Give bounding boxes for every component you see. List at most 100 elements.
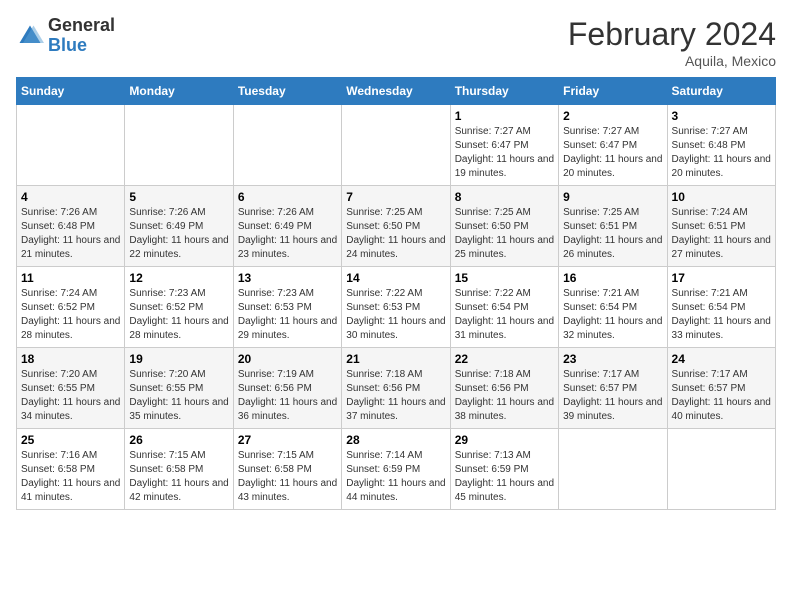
calendar-cell: 5 Sunrise: 7:26 AM Sunset: 6:49 PM Daylig…: [125, 186, 233, 267]
day-info: Sunrise: 7:24 AM Sunset: 6:52 PM Dayligh…: [21, 287, 120, 343]
day-number: 3: [672, 109, 771, 123]
calendar-cell: 11Sunrise: 7:24 AM Sunset: 6:52 PM Dayli…: [17, 267, 125, 348]
day-number: 28: [346, 433, 445, 447]
day-number: 7: [346, 190, 445, 204]
day-number: 25: [21, 433, 120, 447]
week-row-3: 11Sunrise: 7:24 AM Sunset: 6:52 PM Dayli…: [17, 267, 776, 348]
day-info: Sunrise: 7:22 AM Sunset: 6:53 PM Dayligh…: [346, 287, 445, 343]
calendar-cell: 21Sunrise: 7:18 AM Sunset: 6:56 PM Dayli…: [342, 348, 450, 429]
calendar-subtitle: Aquila, Mexico: [568, 53, 776, 69]
day-header-friday: Friday: [559, 78, 667, 105]
day-header-wednesday: Wednesday: [342, 78, 450, 105]
calendar-cell: 3 Sunrise: 7:27 AM Sunset: 6:48 PM Daylig…: [667, 105, 775, 186]
day-header-sunday: Sunday: [17, 78, 125, 105]
day-info: Sunrise: 7:21 AM Sunset: 6:54 PM Dayligh…: [672, 287, 771, 343]
day-number: 22: [455, 352, 554, 366]
calendar-cell: [125, 105, 233, 186]
logo-text: General Blue: [48, 16, 115, 56]
day-number: 2: [563, 109, 662, 123]
day-header-thursday: Thursday: [450, 78, 558, 105]
day-number: 21: [346, 352, 445, 366]
day-number: 23: [563, 352, 662, 366]
calendar-cell: 19Sunrise: 7:20 AM Sunset: 6:55 PM Dayli…: [125, 348, 233, 429]
day-info: Sunrise: 7:17 AM Sunset: 6:57 PM Dayligh…: [672, 368, 771, 424]
week-row-4: 18Sunrise: 7:20 AM Sunset: 6:55 PM Dayli…: [17, 348, 776, 429]
calendar-table: SundayMondayTuesdayWednesdayThursdayFrid…: [16, 77, 776, 510]
day-info: Sunrise: 7:15 AM Sunset: 6:58 PM Dayligh…: [238, 449, 337, 505]
day-number: 16: [563, 271, 662, 285]
week-row-5: 25 Sunrise: 7:16 AM Sunset: 6:58 PM Dayli…: [17, 429, 776, 510]
week-row-2: 4 Sunrise: 7:26 AM Sunset: 6:48 PM Daylig…: [17, 186, 776, 267]
calendar-header: SundayMondayTuesdayWednesdayThursdayFrid…: [17, 78, 776, 105]
logo-blue: Blue: [48, 35, 87, 55]
calendar-body: 1Sunrise: 7:27 AM Sunset: 6:47 PM Daylig…: [17, 105, 776, 510]
calendar-cell: 10Sunrise: 7:24 AM Sunset: 6:51 PM Dayli…: [667, 186, 775, 267]
day-info: Sunrise: 7:17 AM Sunset: 6:57 PM Dayligh…: [563, 368, 662, 424]
calendar-cell: 20 Sunrise: 7:19 AM Sunset: 6:56 PM Dayli…: [233, 348, 341, 429]
day-info: Sunrise: 7:26 AM Sunset: 6:48 PM Dayligh…: [21, 206, 120, 262]
calendar-cell: 2Sunrise: 7:27 AM Sunset: 6:47 PM Daylig…: [559, 105, 667, 186]
calendar-cell: 15 Sunrise: 7:22 AM Sunset: 6:54 PM Dayli…: [450, 267, 558, 348]
title-block: February 2024 Aquila, Mexico: [568, 16, 776, 69]
calendar-cell: [342, 105, 450, 186]
day-info: Sunrise: 7:25 AM Sunset: 6:50 PM Dayligh…: [346, 206, 445, 262]
day-number: 26: [129, 433, 228, 447]
day-info: Sunrise: 7:18 AM Sunset: 6:56 PM Dayligh…: [455, 368, 554, 424]
calendar-cell: 8Sunrise: 7:25 AM Sunset: 6:50 PM Daylig…: [450, 186, 558, 267]
day-number: 12: [129, 271, 228, 285]
week-row-1: 1Sunrise: 7:27 AM Sunset: 6:47 PM Daylig…: [17, 105, 776, 186]
day-number: 5: [129, 190, 228, 204]
day-info: Sunrise: 7:26 AM Sunset: 6:49 PM Dayligh…: [129, 206, 228, 262]
calendar-cell: [233, 105, 341, 186]
day-number: 8: [455, 190, 554, 204]
day-number: 14: [346, 271, 445, 285]
day-header-monday: Monday: [125, 78, 233, 105]
calendar-cell: [17, 105, 125, 186]
calendar-cell: 23 Sunrise: 7:17 AM Sunset: 6:57 PM Dayli…: [559, 348, 667, 429]
logo-general: General: [48, 15, 115, 35]
calendar-cell: 27 Sunrise: 7:15 AM Sunset: 6:58 PM Dayli…: [233, 429, 341, 510]
day-info: Sunrise: 7:15 AM Sunset: 6:58 PM Dayligh…: [129, 449, 228, 505]
day-number: 1: [455, 109, 554, 123]
calendar-cell: 14 Sunrise: 7:22 AM Sunset: 6:53 PM Dayli…: [342, 267, 450, 348]
day-number: 6: [238, 190, 337, 204]
day-number: 27: [238, 433, 337, 447]
day-info: Sunrise: 7:20 AM Sunset: 6:55 PM Dayligh…: [21, 368, 120, 424]
calendar-title: February 2024: [568, 16, 776, 53]
calendar-cell: 18Sunrise: 7:20 AM Sunset: 6:55 PM Dayli…: [17, 348, 125, 429]
calendar-cell: 7 Sunrise: 7:25 AM Sunset: 6:50 PM Daylig…: [342, 186, 450, 267]
calendar-cell: 26 Sunrise: 7:15 AM Sunset: 6:58 PM Dayli…: [125, 429, 233, 510]
day-number: 20: [238, 352, 337, 366]
page-header: General Blue February 2024 Aquila, Mexic…: [16, 16, 776, 69]
day-number: 4: [21, 190, 120, 204]
calendar-cell: 6 Sunrise: 7:26 AM Sunset: 6:49 PM Daylig…: [233, 186, 341, 267]
calendar-cell: [559, 429, 667, 510]
day-info: Sunrise: 7:23 AM Sunset: 6:53 PM Dayligh…: [238, 287, 337, 343]
day-number: 13: [238, 271, 337, 285]
day-info: Sunrise: 7:22 AM Sunset: 6:54 PM Dayligh…: [455, 287, 554, 343]
day-number: 17: [672, 271, 771, 285]
day-info: Sunrise: 7:21 AM Sunset: 6:54 PM Dayligh…: [563, 287, 662, 343]
calendar-cell: 13 Sunrise: 7:23 AM Sunset: 6:53 PM Dayli…: [233, 267, 341, 348]
day-info: Sunrise: 7:23 AM Sunset: 6:52 PM Dayligh…: [129, 287, 228, 343]
day-info: Sunrise: 7:25 AM Sunset: 6:51 PM Dayligh…: [563, 206, 662, 262]
calendar-cell: 24 Sunrise: 7:17 AM Sunset: 6:57 PM Dayli…: [667, 348, 775, 429]
day-info: Sunrise: 7:16 AM Sunset: 6:58 PM Dayligh…: [21, 449, 120, 505]
day-info: Sunrise: 7:27 AM Sunset: 6:48 PM Dayligh…: [672, 125, 771, 181]
days-header-row: SundayMondayTuesdayWednesdayThursdayFrid…: [17, 78, 776, 105]
day-info: Sunrise: 7:20 AM Sunset: 6:55 PM Dayligh…: [129, 368, 228, 424]
calendar-cell: 1Sunrise: 7:27 AM Sunset: 6:47 PM Daylig…: [450, 105, 558, 186]
day-info: Sunrise: 7:13 AM Sunset: 6:59 PM Dayligh…: [455, 449, 554, 505]
day-info: Sunrise: 7:14 AM Sunset: 6:59 PM Dayligh…: [346, 449, 445, 505]
logo: General Blue: [16, 16, 115, 56]
day-number: 24: [672, 352, 771, 366]
day-header-tuesday: Tuesday: [233, 78, 341, 105]
day-info: Sunrise: 7:19 AM Sunset: 6:56 PM Dayligh…: [238, 368, 337, 424]
day-info: Sunrise: 7:26 AM Sunset: 6:49 PM Dayligh…: [238, 206, 337, 262]
day-number: 9: [563, 190, 662, 204]
calendar-cell: 28 Sunrise: 7:14 AM Sunset: 6:59 PM Dayli…: [342, 429, 450, 510]
calendar-cell: 16 Sunrise: 7:21 AM Sunset: 6:54 PM Dayli…: [559, 267, 667, 348]
day-info: Sunrise: 7:24 AM Sunset: 6:51 PM Dayligh…: [672, 206, 771, 262]
calendar-cell: 29Sunrise: 7:13 AM Sunset: 6:59 PM Dayli…: [450, 429, 558, 510]
day-number: 15: [455, 271, 554, 285]
